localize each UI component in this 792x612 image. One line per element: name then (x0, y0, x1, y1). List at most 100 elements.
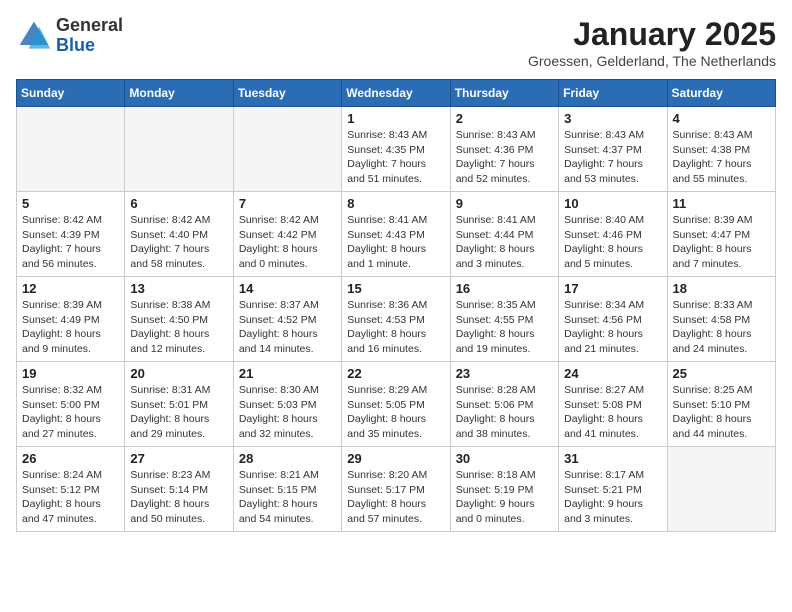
day-info: Sunrise: 8:42 AM Sunset: 4:40 PM Dayligh… (130, 213, 227, 272)
day-info: Sunrise: 8:25 AM Sunset: 5:10 PM Dayligh… (673, 383, 770, 442)
calendar-cell: 13 Sunrise: 8:38 AM Sunset: 4:50 PM Dayli… (125, 277, 233, 362)
weekday-header-sunday: Sunday (17, 80, 125, 107)
calendar-cell: 15 Sunrise: 8:36 AM Sunset: 4:53 PM Dayli… (342, 277, 450, 362)
day-info: Sunrise: 8:35 AM Sunset: 4:55 PM Dayligh… (456, 298, 553, 357)
day-number: 16 (456, 281, 553, 296)
month-title: January 2025 (528, 16, 776, 53)
calendar-table: SundayMondayTuesdayWednesdayThursdayFrid… (16, 79, 776, 532)
page-header: General Blue January 2025 Groessen, Geld… (16, 16, 776, 69)
day-info: Sunrise: 8:27 AM Sunset: 5:08 PM Dayligh… (564, 383, 661, 442)
calendar-cell: 11 Sunrise: 8:39 AM Sunset: 4:47 PM Dayli… (667, 192, 775, 277)
day-number: 18 (673, 281, 770, 296)
day-info: Sunrise: 8:33 AM Sunset: 4:58 PM Dayligh… (673, 298, 770, 357)
day-number: 13 (130, 281, 227, 296)
calendar-cell: 21Sunrise: 8:30 AM Sunset: 5:03 PM Dayli… (233, 362, 341, 447)
day-info: Sunrise: 8:38 AM Sunset: 4:50 PM Dayligh… (130, 298, 227, 357)
calendar-cell: 6 Sunrise: 8:42 AM Sunset: 4:40 PM Daylig… (125, 192, 233, 277)
day-number: 20 (130, 366, 227, 381)
calendar-cell: 2Sunrise: 8:43 AM Sunset: 4:36 PM Daylig… (450, 107, 558, 192)
day-number: 4 (673, 111, 770, 126)
week-row-1: 1 Sunrise: 8:43 AM Sunset: 4:35 PM Daylig… (17, 107, 776, 192)
day-number: 15 (347, 281, 444, 296)
weekday-header-friday: Friday (559, 80, 667, 107)
calendar-cell: 24Sunrise: 8:27 AM Sunset: 5:08 PM Dayli… (559, 362, 667, 447)
logo: General Blue (16, 16, 123, 56)
location: Groessen, Gelderland, The Netherlands (528, 53, 776, 69)
day-number: 3 (564, 111, 661, 126)
day-info: Sunrise: 8:31 AM Sunset: 5:01 PM Dayligh… (130, 383, 227, 442)
calendar-cell: 17 Sunrise: 8:34 AM Sunset: 4:56 PM Dayli… (559, 277, 667, 362)
day-number: 25 (673, 366, 770, 381)
day-info: Sunrise: 8:28 AM Sunset: 5:06 PM Dayligh… (456, 383, 553, 442)
calendar-cell: 30Sunrise: 8:18 AM Sunset: 5:19 PM Dayli… (450, 447, 558, 532)
day-info: Sunrise: 8:18 AM Sunset: 5:19 PM Dayligh… (456, 468, 553, 527)
calendar-cell: 10Sunrise: 8:40 AM Sunset: 4:46 PM Dayli… (559, 192, 667, 277)
week-row-2: 5 Sunrise: 8:42 AM Sunset: 4:39 PM Daylig… (17, 192, 776, 277)
weekday-header-wednesday: Wednesday (342, 80, 450, 107)
weekday-header-thursday: Thursday (450, 80, 558, 107)
day-info: Sunrise: 8:23 AM Sunset: 5:14 PM Dayligh… (130, 468, 227, 527)
day-number: 22 (347, 366, 444, 381)
day-info: Sunrise: 8:32 AM Sunset: 5:00 PM Dayligh… (22, 383, 119, 442)
day-info: Sunrise: 8:43 AM Sunset: 4:37 PM Dayligh… (564, 128, 661, 187)
week-row-4: 19 Sunrise: 8:32 AM Sunset: 5:00 PM Dayli… (17, 362, 776, 447)
day-info: Sunrise: 8:21 AM Sunset: 5:15 PM Dayligh… (239, 468, 336, 527)
calendar-cell: 16 Sunrise: 8:35 AM Sunset: 4:55 PM Dayli… (450, 277, 558, 362)
calendar-cell: 22 Sunrise: 8:29 AM Sunset: 5:05 PM Dayli… (342, 362, 450, 447)
calendar-cell: 18 Sunrise: 8:33 AM Sunset: 4:58 PM Dayli… (667, 277, 775, 362)
day-number: 11 (673, 196, 770, 211)
day-info: Sunrise: 8:40 AM Sunset: 4:46 PM Dayligh… (564, 213, 661, 272)
calendar-cell: 5 Sunrise: 8:42 AM Sunset: 4:39 PM Daylig… (17, 192, 125, 277)
day-info: Sunrise: 8:30 AM Sunset: 5:03 PM Dayligh… (239, 383, 336, 442)
calendar-cell: 14 Sunrise: 8:37 AM Sunset: 4:52 PM Dayli… (233, 277, 341, 362)
calendar-cell: 12 Sunrise: 8:39 AM Sunset: 4:49 PM Dayli… (17, 277, 125, 362)
day-number: 27 (130, 451, 227, 466)
day-info: Sunrise: 8:29 AM Sunset: 5:05 PM Dayligh… (347, 383, 444, 442)
calendar-cell: 31 Sunrise: 8:17 AM Sunset: 5:21 PM Dayli… (559, 447, 667, 532)
day-number: 12 (22, 281, 119, 296)
calendar-cell: 3 Sunrise: 8:43 AM Sunset: 4:37 PM Daylig… (559, 107, 667, 192)
title-block: January 2025 Groessen, Gelderland, The N… (528, 16, 776, 69)
day-number: 2 (456, 111, 553, 126)
week-row-5: 26 Sunrise: 8:24 AM Sunset: 5:12 PM Dayli… (17, 447, 776, 532)
calendar-cell: 4 Sunrise: 8:43 AM Sunset: 4:38 PM Daylig… (667, 107, 775, 192)
logo-icon (16, 18, 52, 54)
day-info: Sunrise: 8:37 AM Sunset: 4:52 PM Dayligh… (239, 298, 336, 357)
calendar-cell (17, 107, 125, 192)
calendar-cell: 9Sunrise: 8:41 AM Sunset: 4:44 PM Daylig… (450, 192, 558, 277)
weekday-header-row: SundayMondayTuesdayWednesdayThursdayFrid… (17, 80, 776, 107)
calendar-cell: 26 Sunrise: 8:24 AM Sunset: 5:12 PM Dayli… (17, 447, 125, 532)
logo-text: General Blue (56, 16, 123, 56)
day-number: 5 (22, 196, 119, 211)
day-info: Sunrise: 8:42 AM Sunset: 4:42 PM Dayligh… (239, 213, 336, 272)
calendar-cell: 1 Sunrise: 8:43 AM Sunset: 4:35 PM Daylig… (342, 107, 450, 192)
day-info: Sunrise: 8:36 AM Sunset: 4:53 PM Dayligh… (347, 298, 444, 357)
day-info: Sunrise: 8:34 AM Sunset: 4:56 PM Dayligh… (564, 298, 661, 357)
day-number: 26 (22, 451, 119, 466)
day-info: Sunrise: 8:24 AM Sunset: 5:12 PM Dayligh… (22, 468, 119, 527)
day-number: 9 (456, 196, 553, 211)
calendar-cell: 19 Sunrise: 8:32 AM Sunset: 5:00 PM Dayli… (17, 362, 125, 447)
weekday-header-saturday: Saturday (667, 80, 775, 107)
day-number: 6 (130, 196, 227, 211)
calendar-cell: 25 Sunrise: 8:25 AM Sunset: 5:10 PM Dayli… (667, 362, 775, 447)
day-number: 17 (564, 281, 661, 296)
day-number: 14 (239, 281, 336, 296)
day-info: Sunrise: 8:39 AM Sunset: 4:49 PM Dayligh… (22, 298, 119, 357)
calendar-cell: 29Sunrise: 8:20 AM Sunset: 5:17 PM Dayli… (342, 447, 450, 532)
calendar-cell: 28Sunrise: 8:21 AM Sunset: 5:15 PM Dayli… (233, 447, 341, 532)
day-info: Sunrise: 8:41 AM Sunset: 4:43 PM Dayligh… (347, 213, 444, 272)
calendar-cell: 20 Sunrise: 8:31 AM Sunset: 5:01 PM Dayli… (125, 362, 233, 447)
calendar-cell: 7Sunrise: 8:42 AM Sunset: 4:42 PM Daylig… (233, 192, 341, 277)
day-number: 19 (22, 366, 119, 381)
weekday-header-tuesday: Tuesday (233, 80, 341, 107)
day-info: Sunrise: 8:17 AM Sunset: 5:21 PM Dayligh… (564, 468, 661, 527)
day-info: Sunrise: 8:39 AM Sunset: 4:47 PM Dayligh… (673, 213, 770, 272)
calendar-cell (667, 447, 775, 532)
day-info: Sunrise: 8:42 AM Sunset: 4:39 PM Dayligh… (22, 213, 119, 272)
day-info: Sunrise: 8:20 AM Sunset: 5:17 PM Dayligh… (347, 468, 444, 527)
day-number: 31 (564, 451, 661, 466)
day-info: Sunrise: 8:43 AM Sunset: 4:38 PM Dayligh… (673, 128, 770, 187)
day-number: 1 (347, 111, 444, 126)
day-info: Sunrise: 8:43 AM Sunset: 4:35 PM Dayligh… (347, 128, 444, 187)
